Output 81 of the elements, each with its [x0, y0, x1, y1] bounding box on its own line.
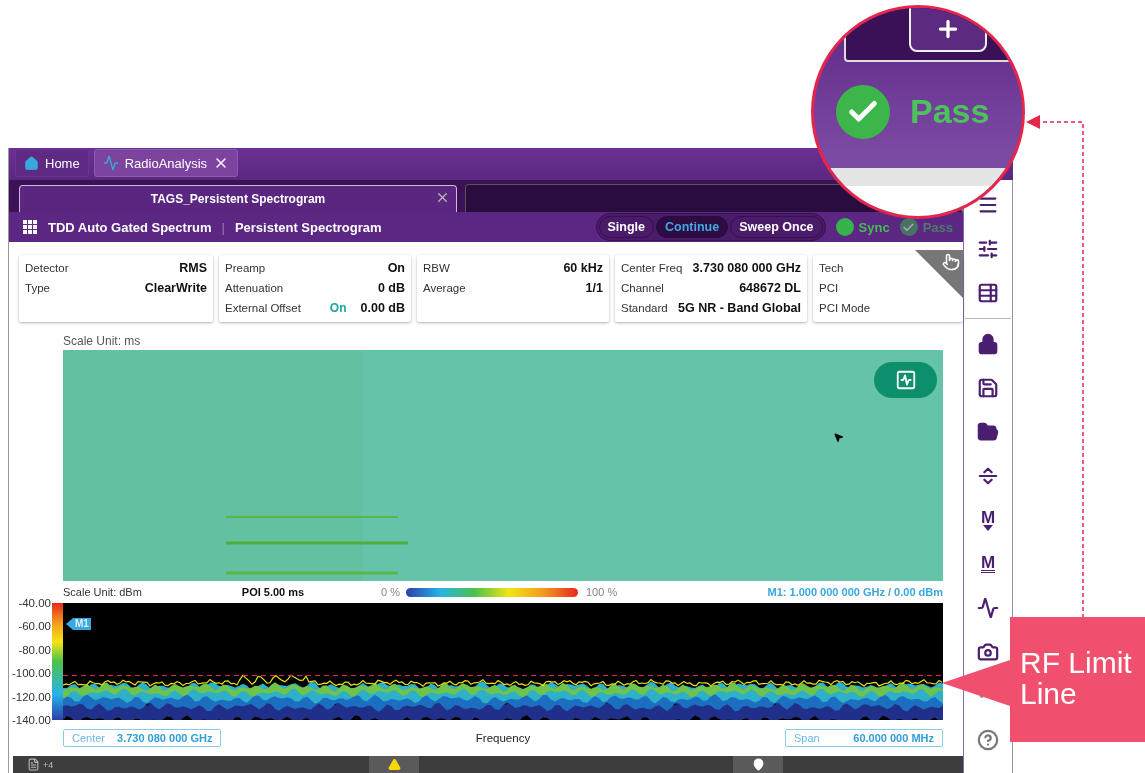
location-tab[interactable] — [733, 756, 783, 773]
info-value: 3.730 080 000 GHz — [692, 261, 801, 275]
legend-min-label: 0 % — [381, 586, 400, 598]
info-label: Attenuation — [225, 282, 285, 294]
save-icon — [977, 377, 999, 399]
info-label: PCI — [819, 282, 840, 294]
scale-unit-label: Scale Unit: dBm — [63, 586, 143, 598]
marker-pointer-icon — [66, 618, 73, 630]
info-label: Detector — [25, 262, 70, 274]
app-grid-icon[interactable] — [23, 219, 38, 235]
sweep-button[interactable]: Sweep Once — [730, 216, 823, 238]
open-icon — [977, 421, 999, 443]
pass-label: Pass — [910, 92, 990, 131]
info-label: Channel — [621, 282, 665, 294]
status-dot — [835, 218, 854, 236]
info-label: External Offset — [225, 302, 302, 314]
info-value: 5G NR - Band Global — [678, 301, 801, 315]
indicator-label: Sync — [858, 219, 890, 235]
info-value: On — [387, 261, 405, 275]
warning-icon — [387, 758, 401, 771]
table-icon — [977, 282, 999, 304]
info-value: 648672 DL — [739, 281, 801, 295]
indicator-label: Pass — [922, 219, 953, 235]
info-label: Preamp — [225, 262, 267, 274]
sweep-button[interactable]: Continue — [656, 216, 729, 238]
info-label: RBW — [423, 262, 451, 274]
info-label: Tech — [819, 262, 845, 274]
down-triangle-icon — [983, 524, 993, 531]
warning-tab[interactable] — [369, 756, 419, 773]
info-label: PCI Mode — [819, 302, 872, 314]
marker-button[interactable]: M — [968, 498, 1008, 542]
y-axis-label: -60.00 — [18, 619, 51, 634]
touch-icon — [942, 253, 960, 271]
mode-title: TDD Auto Gated Spectrum — [48, 219, 212, 235]
check-icon — [899, 218, 918, 236]
location-pin-icon — [751, 758, 765, 771]
poi-label: POI 5.00 ms — [240, 586, 306, 598]
info-status: On — [329, 301, 347, 315]
help-icon — [977, 729, 999, 751]
notes-icon[interactable] — [27, 758, 40, 771]
lock-icon — [977, 333, 999, 355]
split-icon — [977, 465, 999, 487]
notes-count: +4 — [43, 759, 54, 770]
marker-readout: M1: 1.000 000 000 GHz / 0.00 dBm — [767, 586, 943, 598]
separator-text: | — [221, 219, 225, 235]
info-value: 0 dB — [377, 281, 405, 295]
document-tab[interactable]: TAGS_Persistent Spectrogram — [19, 185, 457, 212]
info-label: Type — [25, 282, 51, 294]
legend-max-label: 100 % — [585, 586, 618, 598]
y-axis-label: -80.00 — [18, 642, 51, 657]
y-axis-label: -40.00 — [18, 596, 51, 610]
sweep-button[interactable]: Single — [598, 216, 655, 238]
menu-icon — [977, 194, 999, 216]
info-value: 0.00 dB — [360, 301, 405, 315]
plus-button[interactable] — [909, 8, 987, 52]
info-label: Center Freq — [621, 262, 684, 274]
y-axis-label: -140.00 — [12, 712, 51, 727]
info-value: 1/1 — [585, 281, 603, 295]
peak-icon — [977, 597, 999, 619]
close-icon[interactable] — [435, 190, 450, 205]
camera-icon — [977, 641, 999, 663]
x-axis-label: Frequency — [475, 732, 531, 744]
view-title: Persistent Spectrogram — [234, 219, 382, 235]
info-label: Standard — [621, 302, 669, 314]
y-axis-label: -120.00 — [12, 689, 51, 704]
y-axis-label: -100.00 — [12, 666, 51, 681]
app-tab[interactable]: RadioAnalysis — [93, 149, 239, 177]
pulse-icon — [102, 155, 119, 171]
callout-text: RF Limit Line — [1020, 647, 1133, 709]
home-icon — [24, 155, 39, 171]
scale-unit-label: Scale Unit: ms — [63, 334, 142, 348]
info-label: Average — [423, 282, 467, 294]
marker-table-button[interactable]: M — [968, 542, 1008, 586]
app-tab[interactable]: Home — [15, 149, 89, 177]
waveform-icon — [894, 369, 917, 391]
info-value: RMS — [179, 261, 207, 275]
check-icon — [836, 85, 890, 139]
info-value: ClearWrite — [144, 281, 207, 295]
info-value: 60 kHz — [563, 261, 603, 275]
settings-icon — [977, 238, 999, 260]
cursor-icon — [833, 432, 844, 443]
